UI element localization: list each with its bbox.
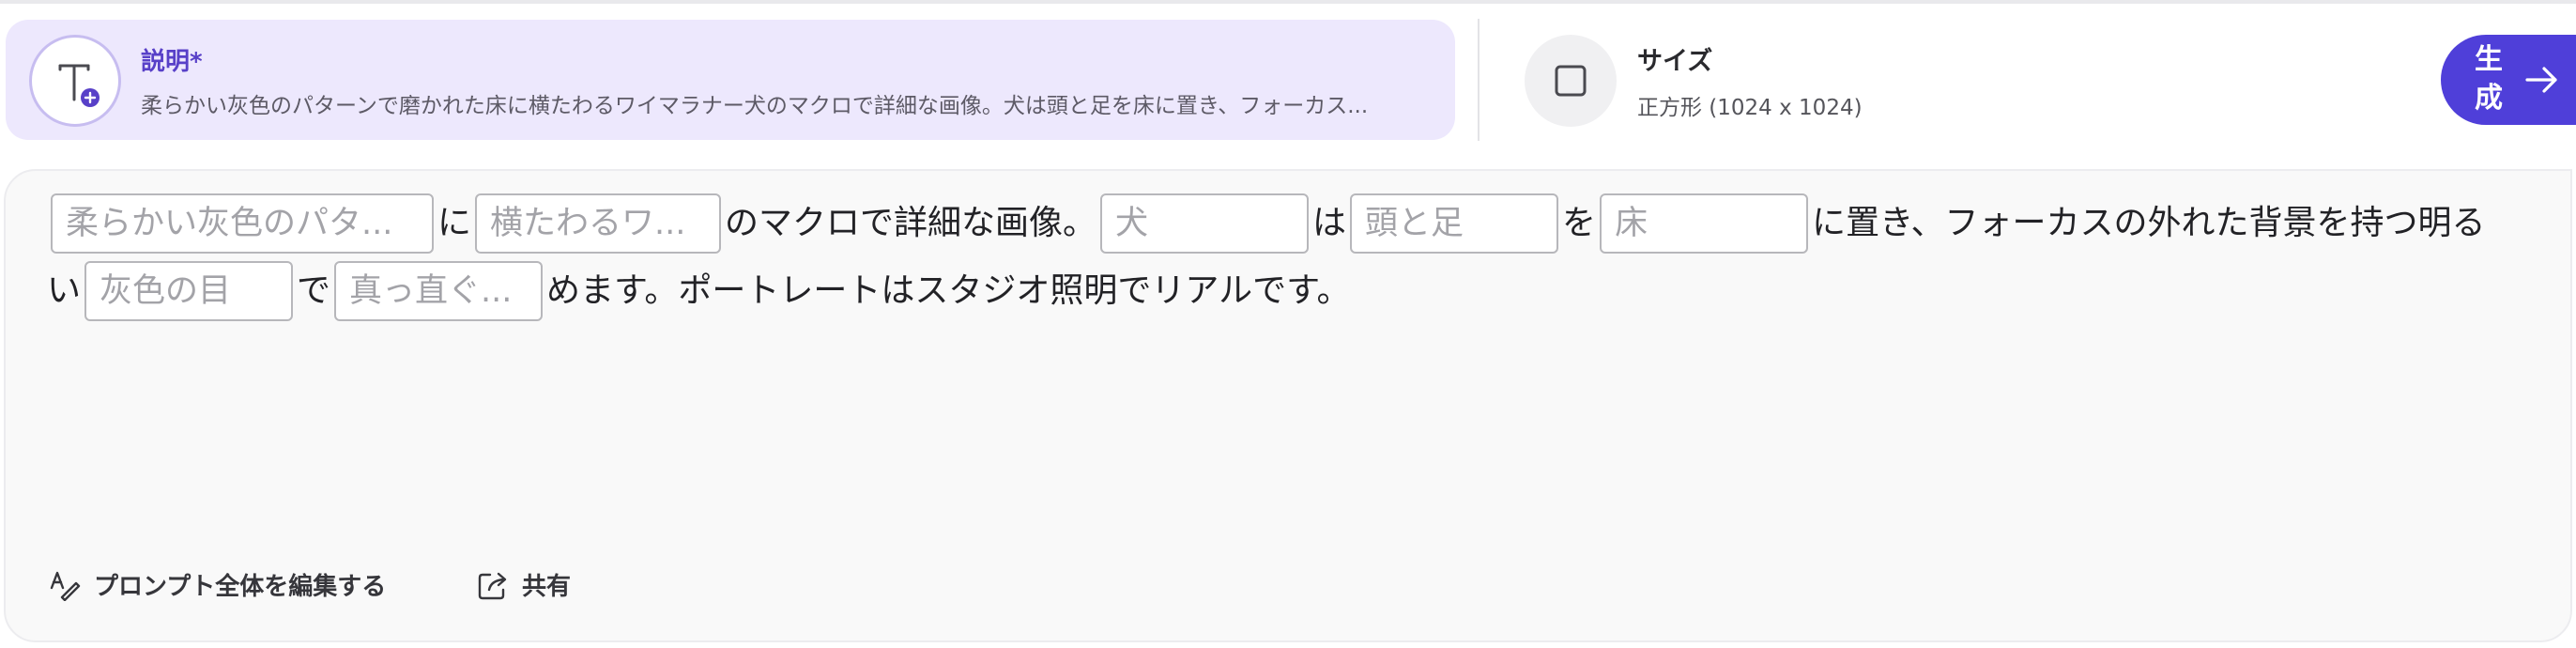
prompt-slot-gaze[interactable]: 真っ直ぐ... (334, 261, 544, 321)
prompt-text: めます。ポートレートはスタジオ照明でリアルです。 (546, 271, 1351, 310)
description-summary: 柔らかい灰色のパターンで磨かれた床に横たわるワイマラナー犬のマクロで詳細な画像。… (141, 94, 1369, 118)
description-label: 説明* (141, 48, 203, 76)
image-generator-page: 説明* 柔らかい灰色のパターンで磨かれた床に横たわるワイマラナー犬のマクロで詳細… (0, 0, 2576, 648)
prompt-text: は (1312, 204, 1347, 242)
prompt-line-1: 柔らかい灰色のパタ... に 横たわるワ... のマクロで詳細な画像。 犬 は … (47, 193, 2572, 254)
share-label: 共有 (522, 573, 572, 601)
prompt-slot-subject[interactable]: 犬 (1100, 193, 1310, 254)
prompt-text: を (1562, 204, 1597, 242)
size-value: 正方形 (1024 x 1024) (1637, 96, 1863, 120)
prompt-text: に置き、フォーカスの外れた背景を持つ明る (1812, 204, 2486, 242)
prompt-text: で (297, 271, 331, 310)
top-border (0, 0, 2576, 4)
edit-full-prompt-button[interactable]: プロンプト全体を編集する (49, 560, 424, 607)
share-icon (478, 572, 507, 600)
text-add-icon (29, 35, 121, 127)
square-icon (1525, 35, 1617, 127)
header-divider (1478, 19, 1480, 141)
prompt-text: に (437, 204, 472, 242)
prompt-text: い (47, 271, 82, 310)
prompt-slot-body-parts[interactable]: 頭と足 (1350, 193, 1559, 254)
prompt-slot-texture[interactable]: 柔らかい灰色のパタ... (51, 193, 434, 254)
arrow-right-icon (2525, 67, 2557, 93)
size-selector[interactable]: サイズ 正方形 (1024 x 1024) (1519, 31, 1923, 127)
description-card[interactable]: 説明* 柔らかい灰色のパターンで磨かれた床に横たわるワイマラナー犬のマクロで詳細… (6, 20, 1455, 140)
size-label: サイズ (1637, 47, 1713, 76)
prompt-slot-surface[interactable]: 床 (1600, 193, 1809, 254)
generate-label: 生成 (2475, 43, 2503, 115)
prompt-line-2: い 灰色の目 で 真っ直ぐ... めます。ポートレートはスタジオ照明でリアルです… (47, 261, 2572, 321)
prompt-text: のマクロで詳細な画像。 (725, 204, 1097, 242)
prompt-template: 柔らかい灰色のパタ... に 横たわるワ... のマクロで詳細な画像。 犬 は … (47, 193, 2572, 321)
share-button[interactable]: 共有 (477, 560, 599, 607)
prompt-footer: プロンプト全体を編集する 共有 (49, 560, 800, 607)
edit-full-prompt-label: プロンプト全体を編集する (94, 573, 387, 601)
prompt-slot-eyes[interactable]: 灰色の目 (84, 261, 294, 321)
generate-button[interactable]: 生成 (2441, 35, 2576, 125)
edit-text-icon (50, 571, 81, 601)
prompt-slot-action[interactable]: 横たわるワ... (475, 193, 722, 254)
